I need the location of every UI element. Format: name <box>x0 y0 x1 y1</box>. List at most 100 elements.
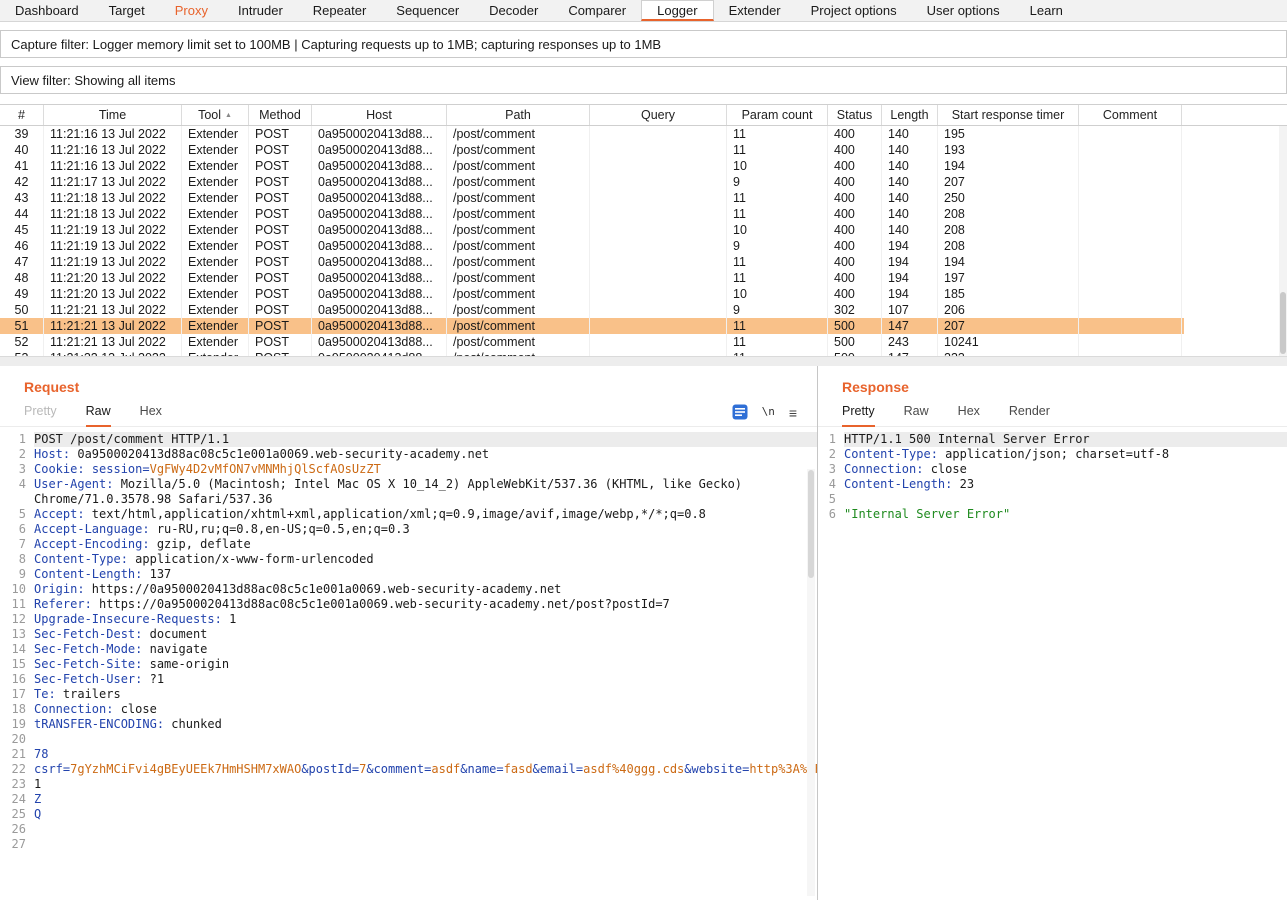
editor-line[interactable]: 3Connection: close <box>818 462 1287 477</box>
editor-line[interactable]: 3Cookie: session=VgFWy4D2vMfON7vMNMhjQlS… <box>0 462 817 477</box>
editor-line[interactable]: 2Host: 0a9500020413d88ac08c5c1e001a0069.… <box>0 447 817 462</box>
table-row[interactable]: 4911:21:20 13 Jul 2022ExtenderPOST0a9500… <box>0 286 1184 302</box>
column-header-method[interactable]: Method <box>249 105 312 125</box>
editor-line[interactable]: 8Content-Type: application/x-www-form-ur… <box>0 552 817 567</box>
table-row[interactable]: 4611:21:19 13 Jul 2022ExtenderPOST0a9500… <box>0 238 1184 254</box>
editor-line[interactable]: 20 <box>0 732 817 747</box>
scrollbar-thumb[interactable] <box>1280 292 1286 354</box>
column-header-comment[interactable]: Comment <box>1079 105 1182 125</box>
table-row[interactable]: 4011:21:16 13 Jul 2022ExtenderPOST0a9500… <box>0 142 1184 158</box>
request-editor[interactable]: 1POST /post/comment HTTP/1.12Host: 0a950… <box>0 427 817 900</box>
column-header-path[interactable]: Path <box>447 105 590 125</box>
editor-line[interactable]: 24Z <box>0 792 817 807</box>
table-cell: 140 <box>882 158 938 174</box>
editor-line[interactable]: 26 <box>0 822 817 837</box>
editor-line[interactable]: 9Content-Length: 137 <box>0 567 817 582</box>
line-number: 21 <box>0 747 26 762</box>
column-header-time[interactable]: Time <box>44 105 182 125</box>
column-header-param-count[interactable]: Param count <box>727 105 828 125</box>
column-header-num[interactable]: # <box>0 105 44 125</box>
editor-line[interactable]: 4User-Agent: Mozilla/5.0 (Macintosh; Int… <box>0 477 817 507</box>
editor-line[interactable]: 16Sec-Fetch-User: ?1 <box>0 672 817 687</box>
editor-line[interactable]: 1POST /post/comment HTTP/1.1 <box>0 432 817 447</box>
editor-line[interactable]: 22csrf=7gYzhMCiFvi4gBEyUEEk7HmHSHM7xWAO&… <box>0 762 817 777</box>
top-tab-user-options[interactable]: User options <box>912 0 1015 21</box>
table-row[interactable]: 4111:21:16 13 Jul 2022ExtenderPOST0a9500… <box>0 158 1184 174</box>
editor-line[interactable]: 231 <box>0 777 817 792</box>
panel-splitter[interactable] <box>0 356 1287 366</box>
editor-line[interactable]: 1HTTP/1.1 500 Internal Server Error <box>818 432 1287 447</box>
editor-line[interactable]: 19tRANSFER-ENCODING: chunked <box>0 717 817 732</box>
editor-line[interactable]: 5Accept: text/html,application/xhtml+xml… <box>0 507 817 522</box>
top-tab-comparer[interactable]: Comparer <box>553 0 641 21</box>
top-tab-repeater[interactable]: Repeater <box>298 0 381 21</box>
response-tab-hex[interactable]: Hex <box>958 404 980 427</box>
top-tab-intruder[interactable]: Intruder <box>223 0 298 21</box>
top-tab-logger[interactable]: Logger <box>641 0 713 21</box>
table-cell: 400 <box>828 142 882 158</box>
column-header-tool[interactable]: Tool▲ <box>182 105 249 125</box>
table-row[interactable]: 4311:21:18 13 Jul 2022ExtenderPOST0a9500… <box>0 190 1184 206</box>
top-tab-dashboard[interactable]: Dashboard <box>0 0 94 21</box>
nonprintable-toggle-icon[interactable]: \n <box>762 405 775 418</box>
capture-filter-bar[interactable]: Capture filter: Logger memory limit set … <box>0 30 1287 58</box>
editor-line[interactable]: 14Sec-Fetch-Mode: navigate <box>0 642 817 657</box>
column-header-start-response-timer[interactable]: Start response timer <box>938 105 1079 125</box>
editor-line[interactable]: 7Accept-Encoding: gzip, deflate <box>0 537 817 552</box>
column-header-length[interactable]: Length <box>882 105 938 125</box>
column-header-query[interactable]: Query <box>590 105 727 125</box>
editor-menu-icon[interactable]: ≡ <box>789 406 797 420</box>
editor-line[interactable]: 4Content-Length: 23 <box>818 477 1287 492</box>
editor-line[interactable]: 27 <box>0 837 817 852</box>
request-tab-pretty[interactable]: Pretty <box>24 404 57 427</box>
table-row[interactable]: 5111:21:21 13 Jul 2022ExtenderPOST0a9500… <box>0 318 1184 334</box>
table-row[interactable]: 4211:21:17 13 Jul 2022ExtenderPOST0a9500… <box>0 174 1184 190</box>
line-number: 15 <box>0 657 26 672</box>
column-header-status[interactable]: Status <box>828 105 882 125</box>
table-cell: 9 <box>727 302 828 318</box>
response-tab-pretty[interactable]: Pretty <box>842 404 875 427</box>
table-vertical-scrollbar[interactable] <box>1279 126 1287 356</box>
table-row[interactable]: 4511:21:19 13 Jul 2022ExtenderPOST0a9500… <box>0 222 1184 238</box>
table-row[interactable]: 5311:21:22 13 Jul 2022ExtenderPOST0a9500… <box>0 350 1184 356</box>
editor-line[interactable]: 6"Internal Server Error" <box>818 507 1287 522</box>
editor-line[interactable]: 18Connection: close <box>0 702 817 717</box>
editor-line[interactable]: 25Q <box>0 807 817 822</box>
column-label: Host <box>366 108 392 122</box>
editor-line[interactable]: 15Sec-Fetch-Site: same-origin <box>0 657 817 672</box>
response-tab-raw[interactable]: Raw <box>904 404 929 427</box>
top-tab-target[interactable]: Target <box>94 0 160 21</box>
editor-line[interactable]: 5 <box>818 492 1287 507</box>
editor-line[interactable]: 6Accept-Language: ru-RU,ru;q=0.8,en-US;q… <box>0 522 817 537</box>
top-tab-decoder[interactable]: Decoder <box>474 0 553 21</box>
editor-line[interactable]: 13Sec-Fetch-Dest: document <box>0 627 817 642</box>
table-row[interactable]: 5211:21:21 13 Jul 2022ExtenderPOST0a9500… <box>0 334 1184 350</box>
request-editor-scrollbar[interactable] <box>807 469 815 896</box>
editor-line[interactable]: 2178 <box>0 747 817 762</box>
editor-line[interactable]: 12Upgrade-Insecure-Requests: 1 <box>0 612 817 627</box>
top-tab-project-options[interactable]: Project options <box>796 0 912 21</box>
response-editor[interactable]: 1HTTP/1.1 500 Internal Server Error2Cont… <box>818 427 1287 900</box>
request-tab-hex[interactable]: Hex <box>140 404 162 427</box>
response-tab-render[interactable]: Render <box>1009 404 1050 427</box>
top-tab-extender[interactable]: Extender <box>714 0 796 21</box>
table-row[interactable]: 4411:21:18 13 Jul 2022ExtenderPOST0a9500… <box>0 206 1184 222</box>
top-tab-sequencer[interactable]: Sequencer <box>381 0 474 21</box>
editor-line[interactable]: 10Origin: https://0a9500020413d88ac08c5c… <box>0 582 817 597</box>
table-row[interactable]: 4711:21:19 13 Jul 2022ExtenderPOST0a9500… <box>0 254 1184 270</box>
editor-line[interactable]: 11Referer: https://0a9500020413d88ac08c5… <box>0 597 817 612</box>
table-row[interactable]: 4811:21:20 13 Jul 2022ExtenderPOST0a9500… <box>0 270 1184 286</box>
request-tab-raw[interactable]: Raw <box>86 404 111 427</box>
line-number: 19 <box>0 717 26 732</box>
line-text: Sec-Fetch-User: ?1 <box>34 672 817 687</box>
table-row[interactable]: 5011:21:21 13 Jul 2022ExtenderPOST0a9500… <box>0 302 1184 318</box>
table-row[interactable]: 3911:21:16 13 Jul 2022ExtenderPOST0a9500… <box>0 126 1184 142</box>
view-filter-bar[interactable]: View filter: Showing all items <box>0 66 1287 94</box>
top-tab-proxy[interactable]: Proxy <box>160 0 223 21</box>
editor-line[interactable]: 17Te: trailers <box>0 687 817 702</box>
editor-line[interactable]: 2Content-Type: application/json; charset… <box>818 447 1287 462</box>
top-tab-learn[interactable]: Learn <box>1015 0 1078 21</box>
scrollbar-thumb[interactable] <box>808 470 814 578</box>
column-header-host[interactable]: Host <box>312 105 447 125</box>
prettify-icon[interactable] <box>732 404 748 420</box>
